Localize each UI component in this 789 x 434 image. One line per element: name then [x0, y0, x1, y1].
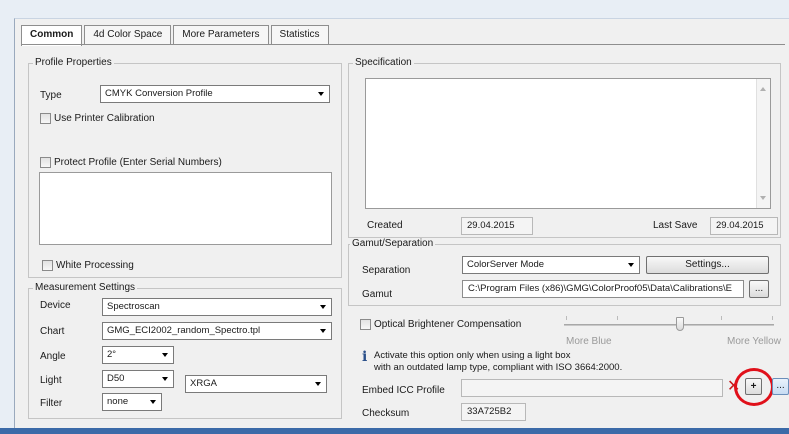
chevron-down-icon [162, 377, 168, 381]
use-printer-calibration-label: Use Printer Calibration [54, 113, 155, 124]
embed-icc-profile-field[interactable] [461, 379, 723, 397]
slider-tick-4 [772, 316, 773, 320]
optical-brightener-label: Optical Brightener Compensation [374, 319, 522, 330]
optical-brightener-checkbox[interactable] [360, 319, 371, 330]
created-value: 29.04.2015 [461, 217, 533, 235]
info-text-line-2: with an outdated lamp type, compliant wi… [374, 362, 623, 373]
chevron-down-icon [318, 92, 324, 96]
type-select[interactable]: CMYK Conversion Profile [100, 85, 330, 103]
device-label: Device [40, 300, 71, 311]
chevron-down-icon [320, 329, 326, 333]
device-select[interactable]: Spectroscan [102, 298, 332, 316]
chart-label: Chart [40, 326, 65, 337]
brightener-slider[interactable] [564, 316, 774, 332]
gamut-path-field[interactable]: C:\Program Files (x86)\GMG\ColorProof05\… [462, 280, 744, 298]
slider-tick-2 [617, 316, 618, 320]
chevron-down-icon [320, 305, 326, 309]
embed-icc-profile-label: Embed ICC Profile [362, 385, 445, 396]
more-blue-label: More Blue [566, 336, 612, 347]
separation-select-value: ColorServer Mode [467, 259, 545, 270]
light-mode-select-value: XRGA [190, 378, 217, 389]
checksum-label: Checksum [362, 408, 410, 419]
tab-common[interactable]: Common [21, 25, 83, 46]
info-text-line-1: Activate this option only when using a l… [374, 350, 571, 361]
type-label: Type [40, 90, 62, 101]
separation-label: Separation [362, 265, 411, 276]
serial-numbers-textarea[interactable] [39, 172, 332, 245]
light-select[interactable]: D50 [102, 370, 174, 388]
gamut-label: Gamut [362, 289, 393, 300]
specification-scrollbar[interactable] [756, 79, 770, 208]
info-icon: i [362, 349, 368, 365]
separation-select[interactable]: ColorServer Mode [462, 256, 640, 274]
light-mode-select[interactable]: XRGA [185, 375, 327, 393]
embed-extra-button[interactable]: ... [772, 378, 789, 395]
last-save-value: 29.04.2015 [710, 217, 778, 235]
chevron-down-icon [162, 353, 168, 357]
tab-statistics[interactable]: Statistics [270, 25, 329, 45]
chevron-down-icon [315, 382, 321, 386]
gamut-browse-button[interactable]: ... [749, 280, 769, 298]
tab-bar: Common 4d Color Space More Parameters St… [21, 25, 331, 46]
protect-profile-label: Protect Profile (Enter Serial Numbers) [54, 157, 222, 168]
slider-thumb[interactable] [675, 317, 684, 331]
white-processing-label: White Processing [56, 260, 134, 271]
highlight-circle [734, 368, 774, 406]
filter-select[interactable]: none [102, 393, 162, 411]
device-select-value: Spectroscan [107, 301, 160, 312]
protect-profile-checkbox[interactable] [40, 157, 51, 168]
last-save-label: Last Save [653, 220, 698, 231]
chevron-down-icon [628, 263, 634, 267]
more-yellow-label: More Yellow [727, 336, 781, 347]
slider-tick-3 [721, 316, 722, 320]
profile-properties-legend: Profile Properties [33, 57, 114, 68]
slider-tick-1 [566, 316, 567, 320]
specification-legend: Specification [353, 57, 414, 68]
scroll-up-icon[interactable] [760, 87, 766, 91]
light-select-value: D50 [107, 373, 125, 384]
scroll-down-icon[interactable] [760, 196, 766, 200]
tab-panel-border [21, 44, 785, 45]
chart-select-value: GMG_ECI2002_random_Spectro.tpl [107, 325, 261, 336]
measurement-settings-legend: Measurement Settings [33, 282, 138, 293]
angle-select[interactable]: 2° [102, 346, 174, 364]
light-label: Light [40, 375, 62, 386]
tab-4d-color-space[interactable]: 4d Color Space [84, 25, 172, 45]
white-processing-checkbox[interactable] [42, 260, 53, 271]
chart-select[interactable]: GMG_ECI2002_random_Spectro.tpl [102, 322, 332, 340]
filter-select-value: none [107, 396, 129, 407]
use-printer-calibration-checkbox[interactable] [40, 113, 51, 124]
tab-more-parameters[interactable]: More Parameters [173, 25, 269, 45]
chevron-down-icon [150, 400, 156, 404]
gamut-separation-legend: Gamut/Separation [350, 238, 436, 249]
created-label: Created [367, 220, 403, 231]
angle-label: Angle [40, 351, 66, 362]
filter-label: Filter [40, 398, 63, 409]
angle-select-value: 2° [107, 349, 117, 360]
slider-track [564, 324, 774, 326]
settings-button[interactable]: Settings... [646, 256, 769, 274]
bottom-bar [0, 428, 789, 434]
type-select-value: CMYK Conversion Profile [105, 88, 213, 99]
specification-textarea[interactable] [365, 78, 771, 209]
checksum-value: 33A725B2 [461, 403, 526, 421]
